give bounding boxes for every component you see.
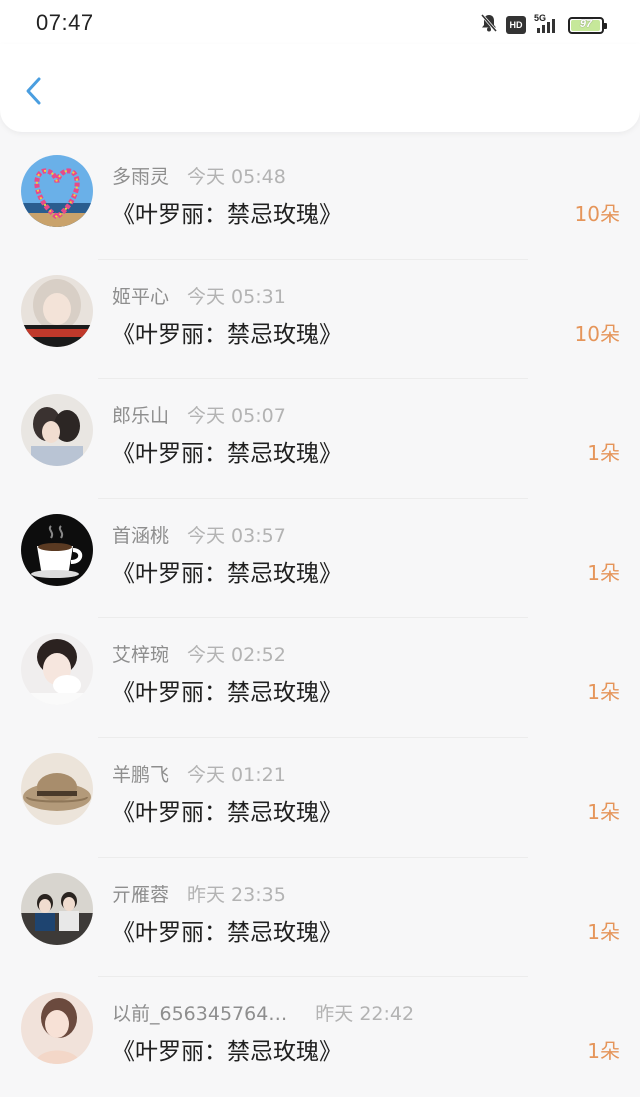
gift-time: 今天 02:52	[187, 644, 286, 667]
name-line: 艾梓琬 今天 02:52	[112, 640, 286, 667]
name-line: 亓雁蓉 昨天 23:35	[112, 880, 286, 907]
back-button[interactable]	[18, 74, 50, 108]
battery-icon: 97	[568, 16, 607, 34]
gift-count: 1朵	[587, 1039, 620, 1064]
avatar[interactable]	[21, 513, 93, 586]
signal-icon: 5G	[534, 13, 560, 35]
gift-count: 1朵	[587, 799, 620, 824]
book-title[interactable]: 《叶罗丽：禁忌玫瑰》	[112, 195, 342, 229]
avatar[interactable]	[21, 992, 93, 1065]
hd-icon: HD	[506, 16, 526, 34]
name-line: 以前_656345764… 昨天 22:42	[112, 999, 414, 1026]
name-line: 羊鹏飞 今天 01:21	[112, 760, 286, 787]
avatar[interactable]	[21, 155, 93, 227]
book-title[interactable]: 《叶罗丽：禁忌玫瑰》	[112, 315, 342, 349]
gift-count: 1朵	[587, 919, 620, 944]
book-title[interactable]: 《叶罗丽：禁忌玫瑰》	[112, 913, 342, 947]
list-item[interactable]: 姬平心 今天 05:31 《叶罗丽：禁忌玫瑰》 10朵	[0, 260, 640, 380]
gift-time: 今天 03:57	[187, 524, 286, 547]
gift-time: 昨天 22:42	[315, 1003, 415, 1026]
list-item[interactable]: 多雨灵 今天 05:48 《叶罗丽：禁忌玫瑰》 10朵	[0, 140, 640, 260]
book-title[interactable]: 《叶罗丽：禁忌玫瑰》	[112, 1032, 342, 1066]
book-title[interactable]: 《叶罗丽：禁忌玫瑰》	[112, 434, 342, 468]
name-line: 多雨灵 今天 05:48	[112, 162, 286, 189]
user-name[interactable]: 艾梓琬	[112, 644, 169, 666]
user-name[interactable]: 郎乐山	[112, 405, 169, 427]
gift-list: 多雨灵 今天 05:48 《叶罗丽：禁忌玫瑰》 10朵 姬平心 今天 05:31 《…	[0, 140, 640, 1097]
gift-time: 昨天 23:35	[187, 883, 286, 906]
name-line: 郎乐山 今天 05:07	[112, 401, 286, 428]
name-line: 首涵桃 今天 03:57	[112, 521, 286, 548]
avatar[interactable]	[21, 394, 93, 467]
book-title[interactable]: 《叶罗丽：禁忌玫瑰》	[112, 554, 342, 588]
status-icons: HD 5G 97	[480, 13, 607, 37]
list-item[interactable]: 亓雁蓉 昨天 23:35 《叶罗丽：禁忌玫瑰》 1朵	[0, 858, 640, 978]
gift-count: 1朵	[587, 680, 620, 705]
user-name[interactable]: 亓雁蓉	[112, 884, 169, 906]
name-line: 姬平心 今天 05:31	[112, 282, 286, 309]
chevron-left-icon	[26, 77, 41, 105]
gift-count: 10朵	[574, 202, 620, 226]
book-title[interactable]: 《叶罗丽：禁忌玫瑰》	[112, 673, 342, 707]
list-item[interactable]: 郎乐山 今天 05:07 《叶罗丽：禁忌玫瑰》 1朵	[0, 379, 640, 499]
gift-count: 10朵	[574, 321, 620, 346]
list-item[interactable]: 艾梓琬 今天 02:52 《叶罗丽：禁忌玫瑰》 1朵	[0, 618, 640, 738]
status-bar: 07:47 HD 5G 97	[0, 0, 640, 48]
gift-count: 1朵	[587, 441, 620, 466]
battery-percent: 97	[579, 17, 593, 30]
book-title[interactable]: 《叶罗丽：禁忌玫瑰》	[112, 793, 342, 827]
gift-time: 今天 05:31	[187, 285, 286, 308]
list-item[interactable]: 首涵桃 今天 03:57 《叶罗丽：禁忌玫瑰》 1朵	[0, 499, 640, 619]
avatar[interactable]	[21, 752, 93, 825]
gift-count: 1朵	[587, 560, 620, 585]
user-name[interactable]: 羊鹏飞	[112, 764, 169, 786]
user-name[interactable]: 首涵桃	[112, 525, 169, 547]
user-name[interactable]: 以前_656345764…	[112, 1003, 287, 1025]
avatar[interactable]	[21, 872, 93, 945]
avatar[interactable]	[21, 274, 93, 347]
user-name[interactable]: 多雨灵	[112, 166, 169, 188]
mute-icon	[480, 13, 498, 37]
list-item[interactable]: 以前_656345764… 昨天 22:42 《叶罗丽：禁忌玫瑰》 1朵	[0, 977, 640, 1097]
gift-time: 今天 01:21	[187, 763, 286, 786]
gift-time: 今天 05:07	[187, 405, 286, 428]
avatar[interactable]	[21, 633, 93, 706]
list-item[interactable]: 羊鹏飞 今天 01:21 《叶罗丽：禁忌玫瑰》 1朵	[0, 738, 640, 858]
status-time: 07:47	[36, 10, 94, 35]
user-name[interactable]: 姬平心	[112, 286, 169, 308]
gift-time: 今天 05:48	[187, 166, 286, 188]
nav-bar	[0, 44, 640, 132]
